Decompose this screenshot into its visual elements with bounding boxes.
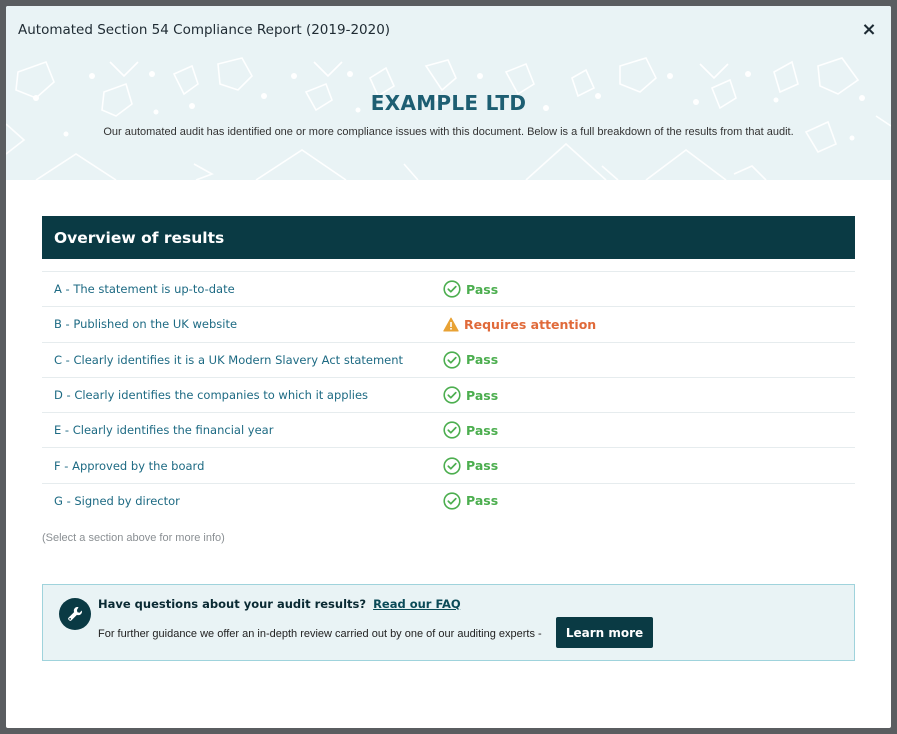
check-circle-icon	[443, 351, 461, 369]
result-row-f[interactable]: F - Approved by the board Pass	[42, 447, 855, 482]
select-section-hint: (Select a section above for more info)	[42, 532, 225, 545]
overview-heading: Overview of results	[42, 216, 855, 259]
faq-link[interactable]: Read our FAQ	[373, 597, 461, 611]
result-row-c[interactable]: C - Clearly identifies it is a UK Modern…	[42, 341, 855, 377]
result-label[interactable]: F - Approved by the board	[42, 459, 443, 473]
status-text: Requires attention	[464, 316, 597, 332]
check-circle-icon	[443, 457, 461, 475]
result-row-g[interactable]: G - Signed by director Pass	[42, 482, 855, 518]
faq-callout: Have questions about your audit results?…	[42, 584, 855, 662]
result-status: Pass	[443, 492, 498, 510]
check-circle-icon	[443, 492, 461, 510]
status-text: Pass	[466, 387, 499, 403]
close-icon[interactable]: ×	[859, 21, 879, 39]
status-text: Pass	[466, 458, 499, 474]
report-content: Overview of results A - The statement is…	[6, 180, 891, 662]
compliance-report-modal: Automated Section 54 Compliance Report (…	[6, 6, 891, 728]
result-status: Pass	[443, 351, 498, 369]
result-label[interactable]: C - Clearly identifies it is a UK Modern…	[42, 353, 443, 367]
faq-question: Have questions about your audit results?…	[98, 597, 461, 611]
learn-more-button[interactable]: Learn more	[556, 617, 653, 649]
result-row-b[interactable]: B - Published on the UK website Requires…	[42, 306, 855, 341]
guidance-text: For further guidance we offer an in-dept…	[98, 628, 542, 641]
result-status: Pass	[443, 457, 498, 475]
faq-question-text: Have questions about your audit results?	[98, 597, 367, 612]
company-name: EXAMPLE LTD	[370, 91, 527, 115]
result-row-d[interactable]: D - Clearly identifies the companies to …	[42, 376, 855, 412]
intro-text: Our automated audit has identified one o…	[103, 126, 794, 138]
check-circle-icon	[443, 386, 461, 404]
modal-title: Automated Section 54 Compliance Report (…	[18, 22, 391, 38]
wrench-icon	[59, 598, 91, 631]
check-circle-icon	[443, 280, 461, 298]
result-row-e[interactable]: E - Clearly identifies the financial yea…	[42, 412, 855, 447]
result-label[interactable]: B - Published on the UK website	[42, 317, 443, 331]
results-list: A - The statement is up-to-date Pass B -…	[42, 271, 855, 518]
modal-header: Automated Section 54 Compliance Report (…	[6, 6, 891, 54]
result-label[interactable]: G - Signed by director	[42, 494, 443, 508]
hero-banner: EXAMPLE LTD Our automated audit has iden…	[6, 54, 891, 180]
result-status: Requires attention	[443, 317, 596, 332]
result-label[interactable]: D - Clearly identifies the companies to …	[42, 388, 443, 402]
status-text: Pass	[466, 493, 499, 509]
status-text: Pass	[466, 352, 499, 368]
result-status: Pass	[443, 421, 498, 439]
result-row-a[interactable]: A - The statement is up-to-date Pass	[42, 271, 855, 306]
result-label[interactable]: E - Clearly identifies the financial yea…	[42, 423, 443, 437]
warning-icon	[443, 317, 459, 332]
hero-pattern	[6, 57, 891, 180]
check-circle-icon	[443, 421, 461, 439]
status-text: Pass	[466, 422, 499, 438]
result-status: Pass	[443, 386, 498, 404]
status-text: Pass	[466, 281, 499, 297]
result-status: Pass	[443, 280, 498, 298]
result-label[interactable]: A - The statement is up-to-date	[42, 282, 443, 296]
